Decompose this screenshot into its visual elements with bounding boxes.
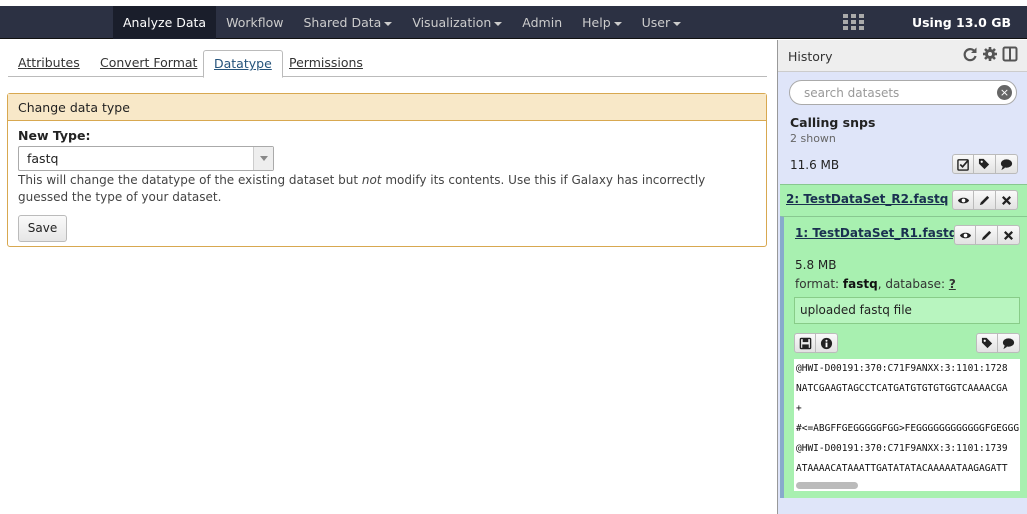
close-icon [1003, 230, 1014, 240]
dataset-details-button[interactable] [816, 333, 838, 353]
help-text: This will change the datatype of the exi… [18, 173, 706, 204]
dataset-title[interactable]: 2: TestDataSet_R2.fastq [786, 192, 948, 206]
clear-search-icon[interactable]: × [997, 85, 1012, 100]
columns-icon[interactable] [1002, 46, 1018, 62]
history-tags-button[interactable] [974, 154, 996, 174]
history-tools [952, 154, 1018, 174]
history-title: History [788, 49, 833, 64]
database-link[interactable]: ? [949, 277, 956, 291]
dataset-primary-actions [794, 333, 838, 353]
peek-line: #<=ABGFFGEGGGGGFGG>FEGGGGGGGGGGGGFGEGGG [796, 423, 1020, 434]
nav-help[interactable]: Help [572, 6, 632, 39]
nav-workflow[interactable]: Workflow [216, 6, 293, 39]
tab-datatype[interactable]: Datatype [203, 50, 283, 78]
peek-line: ATAAAACATAAATTGATATATACAAAAATAAGAGATT [796, 463, 1008, 474]
quota-meter[interactable]: Using 13.0 GB [912, 6, 1011, 39]
dataset-size: 5.8 MB [795, 258, 837, 272]
history-panel: History search datasets × Calling snps 2… [777, 40, 1027, 514]
masthead: Analyze Data Workflow Shared Data Visual… [0, 6, 1027, 39]
save-button[interactable]: Save [18, 215, 67, 242]
history-shown-count: 2 shown [790, 132, 836, 145]
tags-icon [978, 158, 990, 169]
nav-analyze-data[interactable]: Analyze Data [113, 6, 217, 39]
tab-permissions[interactable]: Permissions [279, 50, 373, 77]
floppy-icon [799, 337, 811, 349]
chevron-down-icon [253, 147, 273, 170]
dataset-item-expanded: 1: TestDataSet_R1.fastq 5.8 MB format: f… [780, 216, 1027, 498]
dataset-info: uploaded fastq file [794, 297, 1020, 324]
peek-line: + [796, 403, 802, 414]
dataset-annotation-button[interactable] [998, 333, 1020, 353]
comment-icon [1000, 158, 1013, 170]
checkbox-icon [956, 158, 969, 171]
peek-line: @HWI-D00191:370:C71F9ANXX:3:1101:1728 [796, 363, 1008, 374]
peek-scrollbar[interactable] [796, 482, 858, 489]
grid-icon[interactable] [843, 14, 864, 31]
download-button[interactable] [794, 333, 816, 353]
delete-dataset-button[interactable] [998, 225, 1020, 245]
nav-admin[interactable]: Admin [512, 6, 572, 39]
view-dataset-button[interactable] [954, 225, 976, 245]
history-size: 11.6 MB [790, 158, 840, 172]
delete-dataset-button[interactable] [996, 190, 1018, 210]
close-icon [1001, 195, 1012, 205]
tab-attributes[interactable]: Attributes [8, 50, 90, 77]
info-icon [820, 337, 833, 349]
eye-icon [957, 197, 969, 203]
peek-line: @HWI-D00191:370:C71F9ANXX:3:1101:1739 [796, 443, 1008, 454]
main-nav: Analyze Data Workflow Shared Data Visual… [113, 6, 691, 39]
tags-icon [981, 337, 992, 348]
edit-tabs: Attributes Convert Format Datatype Permi… [8, 50, 767, 78]
peek-line: NATCGAAGTAGCCTCATGATGTGTGTGGTCAAAACGA [796, 383, 1008, 394]
search-datasets-input[interactable]: search datasets × [789, 80, 1017, 105]
caret-down-icon [673, 21, 682, 26]
history-name[interactable]: Calling snps [790, 115, 875, 130]
edit-dataset-button[interactable] [974, 190, 996, 210]
caret-down-icon [613, 21, 622, 26]
datatype-select-value: fastq [27, 151, 59, 166]
pencil-icon [979, 195, 990, 205]
dataset-secondary-actions [976, 333, 1020, 353]
dataset-actions [952, 190, 1018, 210]
search-placeholder: search datasets [804, 86, 900, 100]
datatype-select[interactable]: fastq [18, 146, 274, 171]
select-datasets-button[interactable] [952, 154, 974, 174]
history-header: History [778, 40, 1027, 72]
new-type-label: New Type: [18, 128, 91, 143]
comment-icon [1002, 337, 1015, 349]
change-datatype-form: Change data type New Type: fastq This wi… [7, 93, 767, 247]
view-dataset-button[interactable] [952, 190, 974, 210]
gear-icon[interactable] [982, 46, 998, 62]
dataset-tags-button[interactable] [976, 333, 998, 353]
dataset-format: format: fastq, database: ? [795, 277, 956, 291]
pencil-icon [981, 230, 992, 240]
form-header: Change data type [8, 94, 766, 121]
nav-shared-data[interactable]: Shared Data [293, 6, 402, 39]
eye-icon [959, 232, 971, 238]
dataset-actions [954, 225, 1020, 245]
history-options [962, 46, 1018, 62]
nav-user[interactable]: User [632, 6, 692, 39]
refresh-icon[interactable] [962, 46, 978, 62]
dataset-title[interactable]: 1: TestDataSet_R1.fastq [795, 226, 957, 240]
caret-down-icon [494, 21, 503, 26]
tab-convert-format[interactable]: Convert Format [90, 50, 207, 77]
nav-visualization[interactable]: Visualization [402, 6, 512, 39]
dataset-peek: @HWI-D00191:370:C71F9ANXX:3:1101:1728 NA… [794, 359, 1020, 491]
history-annotation-button[interactable] [996, 154, 1018, 174]
edit-dataset-button[interactable] [976, 225, 998, 245]
dataset-item: 2: TestDataSet_R2.fastq [780, 184, 1027, 216]
caret-down-icon [384, 21, 393, 26]
